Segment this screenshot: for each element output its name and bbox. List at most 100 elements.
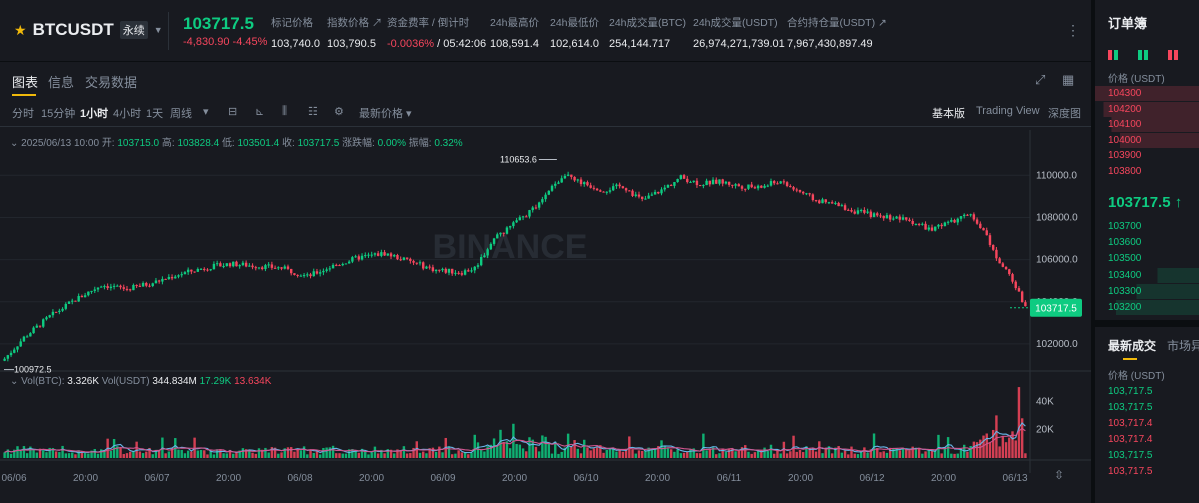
time-axis-label: 06/12 [859, 473, 884, 484]
view-depth[interactable]: 深度图 [1048, 105, 1081, 121]
ask-row[interactable]: 103900 [1095, 148, 1199, 163]
interval-15m[interactable]: 15分钟 [41, 105, 75, 121]
interval-4h[interactable]: 4小时 [113, 105, 141, 121]
bid-row[interactable]: 103500 [1095, 251, 1199, 266]
volume-bar [286, 447, 290, 458]
stat-index-price[interactable]: 指数价格 ↗ 103,790.5 [327, 15, 382, 50]
stat-24h-volume-usdt: 24h成交量(USDT) 26,974,271,739.01 [693, 15, 785, 50]
price-type-select[interactable]: 最新价格 ▾ [359, 105, 412, 121]
stat-value: 103,790.5 [327, 38, 376, 50]
candle-body [660, 189, 663, 194]
orderbook-bids-icon[interactable] [1138, 50, 1148, 60]
favorite-star-icon[interactable]: ★ [14, 22, 27, 39]
candle-body [90, 290, 93, 292]
indicator-icon[interactable]: ⊾ [255, 105, 264, 118]
volume-bar [605, 449, 608, 458]
symbol-selector[interactable]: ★ BTCUSDT 永续 ▼ [14, 20, 163, 40]
collapse-icon[interactable]: ⌄ [10, 376, 18, 387]
candle-body [727, 181, 731, 185]
tab-trading-data[interactable]: 交易数据 [85, 72, 137, 91]
ask-row[interactable]: 104100 [1095, 117, 1199, 132]
candle-body [341, 263, 344, 266]
volume-bar [441, 452, 444, 458]
volume-bar [225, 453, 229, 458]
tab-latest-trades[interactable]: 最新成交 [1108, 337, 1156, 354]
stat-value: 102,614.0 [550, 38, 599, 50]
last-price: 103717.5 [183, 14, 254, 33]
candle-body [634, 194, 637, 196]
interval-1h[interactable]: 1小时 [80, 105, 108, 121]
volume-bar [1008, 437, 1011, 458]
stat-label: 合约持仓量(USDT) ↗ [787, 17, 887, 29]
volume-bar [367, 454, 370, 458]
bid-row[interactable]: 103400 [1095, 267, 1199, 283]
volume-bar [299, 450, 303, 458]
candle-body [657, 191, 660, 194]
open-value: 103715.0 [117, 138, 160, 149]
candle-body [827, 202, 831, 204]
layout-grid-icon[interactable]: ▦ [1062, 72, 1074, 88]
auto-scale-icon[interactable]: ⇳ [1054, 468, 1064, 482]
bid-row[interactable]: 103200 [1095, 300, 1199, 315]
ask-row[interactable]: 104300 [1095, 86, 1199, 101]
bid-row[interactable]: 103700 [1095, 219, 1199, 234]
volume-bar [666, 448, 670, 458]
interval-dropdown-icon[interactable]: ▾ [203, 105, 209, 118]
view-tradingview[interactable]: Trading View [976, 105, 1040, 117]
candle-body [563, 175, 567, 179]
candle-body [306, 274, 309, 276]
volume-bar [737, 450, 741, 458]
ask-row[interactable]: 103800 [1095, 164, 1199, 179]
candle-body [740, 186, 744, 189]
template-icon[interactable]: ☷ [308, 105, 318, 118]
candle-body [273, 267, 277, 269]
volume-bar [32, 449, 35, 458]
vol-ma2-value: 13.634K [234, 376, 272, 387]
candle-body [389, 253, 393, 257]
ask-row[interactable]: 104200 [1095, 101, 1199, 117]
price-chart[interactable]: BINANCE110000.0108000.0106000.0104000.01… [0, 130, 1091, 503]
collapse-icon[interactable]: ⌄ [10, 138, 18, 149]
candle-type-icon[interactable]: ⊟ [228, 105, 237, 118]
candle-body [705, 180, 708, 186]
candle-body [895, 216, 898, 219]
stat-open-interest[interactable]: 合约持仓量(USDT) ↗ 7,967,430,897.49 [787, 15, 887, 50]
candle-body [653, 191, 657, 195]
tab-chart[interactable]: 图表 [12, 72, 38, 91]
interval-1w[interactable]: 周线 [170, 105, 192, 121]
volume-bar [956, 453, 959, 458]
volume-bar [814, 451, 818, 458]
candlestick-icon[interactable]: ⫼ [282, 105, 287, 118]
candle-body [164, 278, 167, 280]
volume-bar [779, 453, 782, 458]
more-icon[interactable]: ⋮ [1066, 22, 1080, 39]
candle-body [1020, 291, 1024, 303]
candle-body [103, 286, 106, 288]
volume-bar [843, 450, 847, 458]
candle-body [128, 289, 132, 291]
view-basic[interactable]: 基本版 [932, 105, 965, 121]
expand-icon[interactable]: ⤢ [1035, 72, 1045, 88]
bid-row[interactable]: 103300 [1095, 283, 1199, 299]
open-label: 开: [101, 138, 115, 149]
tab-info[interactable]: 信息 [48, 72, 74, 91]
interval-1d[interactable]: 1天 [146, 105, 163, 121]
tab-market-movers[interactable]: 市场异 [1167, 337, 1199, 354]
volume-bar [83, 453, 87, 458]
interval-1m[interactable]: 分时 [12, 105, 34, 121]
high-value: 103828.4 [177, 138, 220, 149]
bid-row[interactable]: 103600 [1095, 235, 1199, 250]
candle-body [434, 269, 438, 272]
chevron-down-icon[interactable]: ▼ [154, 25, 163, 35]
candle-body [689, 181, 692, 183]
volume-bar [344, 453, 348, 458]
active-tab-indicator [12, 94, 36, 96]
ask-row[interactable]: 104000 [1095, 132, 1199, 148]
volume-bar [335, 453, 338, 458]
volume-bar [586, 447, 589, 458]
orderbook-asks-icon[interactable] [1168, 50, 1178, 60]
candle-body [953, 219, 956, 223]
volume-bar [727, 448, 731, 458]
orderbook-both-icon[interactable] [1108, 50, 1118, 60]
settings-gear-icon[interactable]: ⚙ [334, 105, 344, 118]
